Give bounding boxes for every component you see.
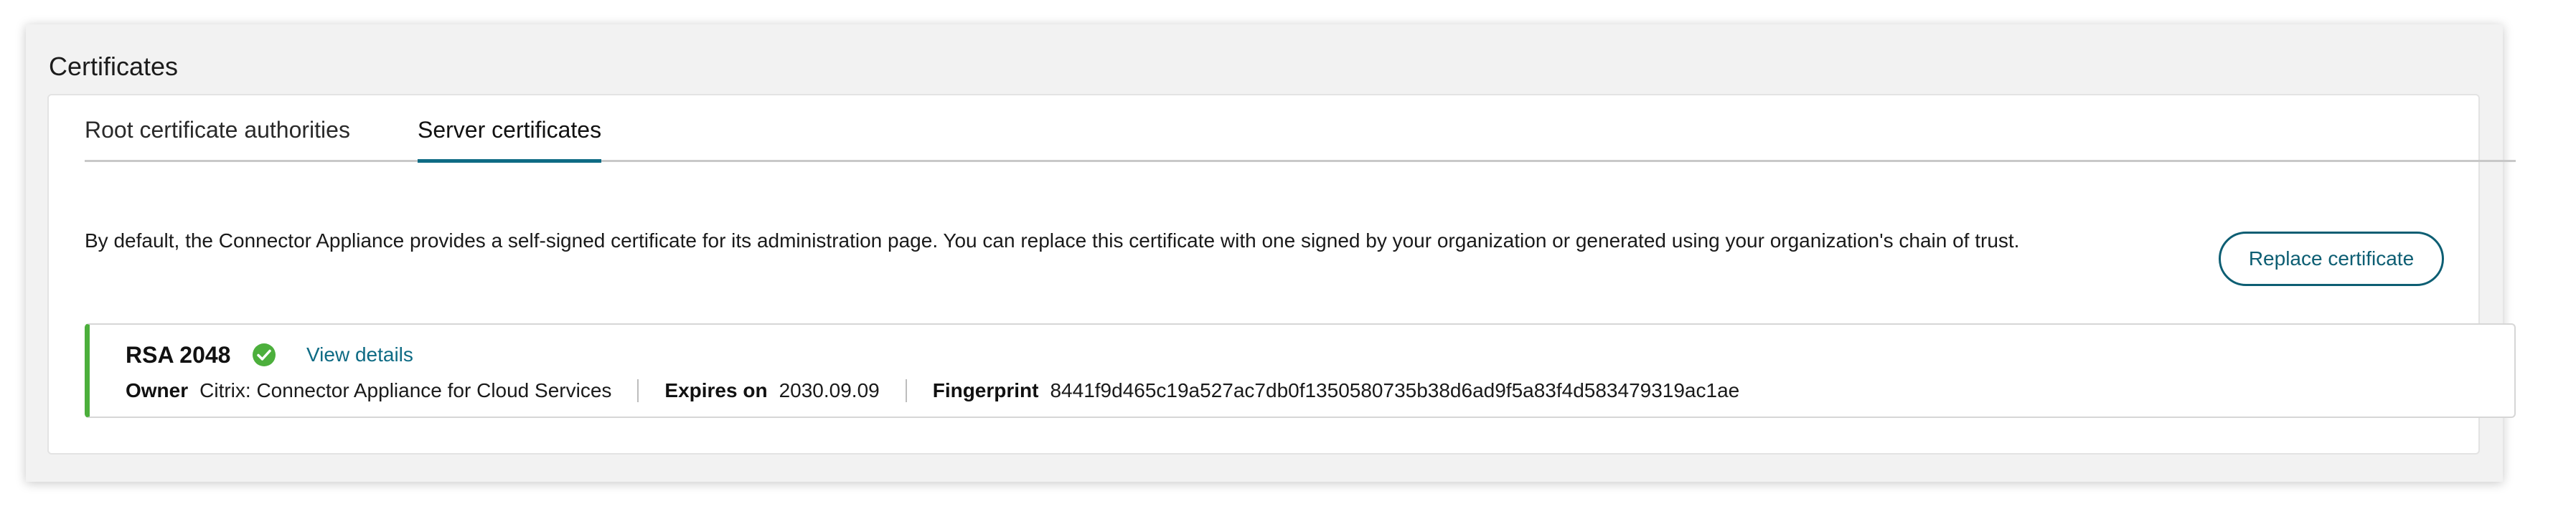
expires-value: 2030.09.09: [779, 379, 880, 401]
tab-label: Root certificate authorities: [85, 117, 350, 143]
certificate-metadata: Owner Citrix: Connector Appliance for Cl…: [126, 375, 1739, 406]
expires-label: Expires on: [664, 379, 768, 401]
divider: [637, 379, 639, 402]
active-tab-indicator: [418, 159, 602, 163]
certificate-name: RSA 2048: [126, 342, 231, 368]
tab-label: Server certificates: [418, 117, 602, 143]
certificate-item: RSA 2048 View details Owner Citrix: Conn…: [85, 323, 2516, 418]
tab-root-certificate-authorities[interactable]: Root certificate authorities: [85, 95, 350, 164]
owner-label: Owner: [126, 379, 189, 401]
owner-value: Citrix: Connector Appliance for Cloud Se…: [199, 379, 612, 401]
certificates-panel: Certificates Root certificate authoritie…: [26, 24, 2516, 482]
section-title: Certificates: [49, 52, 179, 81]
replace-certificate-button[interactable]: Replace certificate: [2219, 232, 2444, 286]
fingerprint-value: 8441f9d465c19a527ac7db0f1350580735b38d6a…: [1050, 379, 1740, 401]
certificates-card: Root certificate authorities Server cert…: [47, 94, 2516, 455]
tab-server-certificates[interactable]: Server certificates: [418, 95, 602, 164]
divider: [905, 379, 907, 402]
check-circle-icon: [253, 343, 276, 366]
description-text: By default, the Connector Appliance prov…: [85, 229, 2020, 252]
view-details-link[interactable]: View details: [306, 343, 413, 366]
fingerprint-label: Fingerprint: [932, 379, 1039, 401]
